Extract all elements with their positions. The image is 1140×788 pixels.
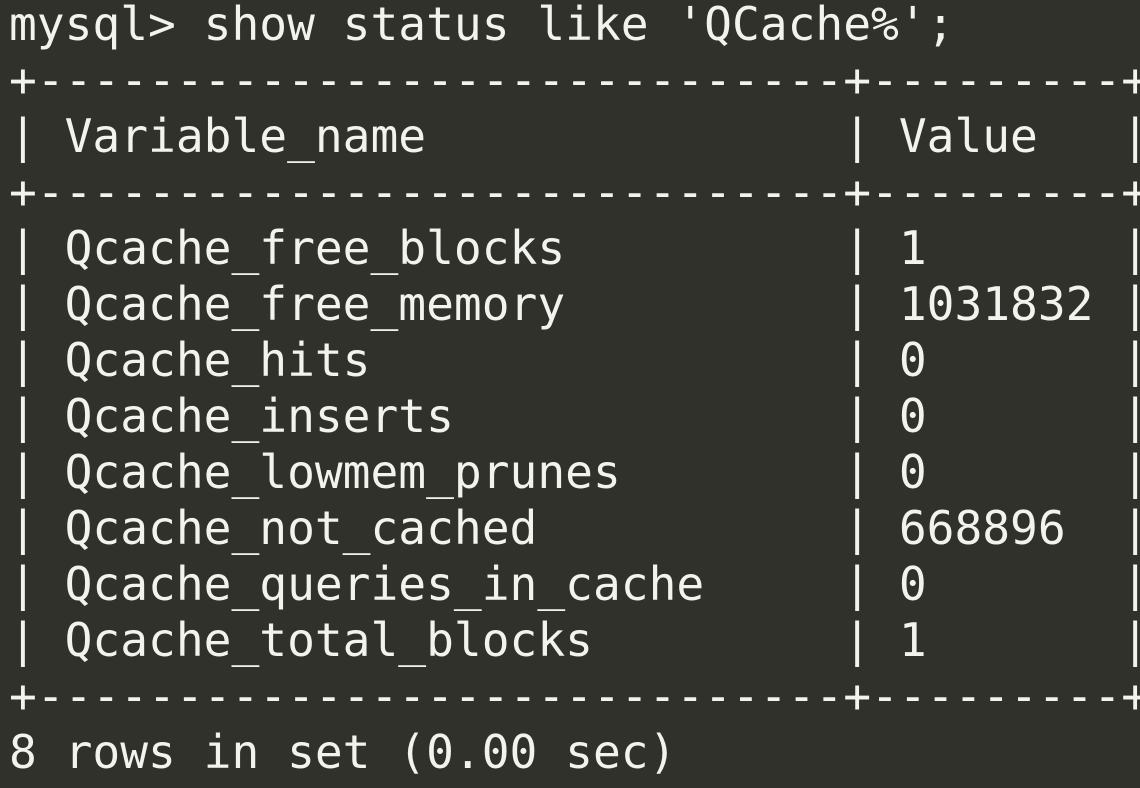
table-row: | Qcache_total_blocks | 1 |	[9, 613, 1140, 667]
command-line: mysql> show status like 'QCache%';	[9, 0, 955, 51]
table-row: | Qcache_not_cached | 668896 |	[9, 501, 1140, 555]
table-row: | Qcache_lowmem_prunes | 0 |	[9, 445, 1140, 499]
result-summary: 8 rows in set (0.00 sec)	[9, 725, 677, 779]
table-row: | Qcache_queries_in_cache | 0 |	[9, 557, 1140, 611]
table-row: | Qcache_free_blocks | 1 |	[9, 221, 1140, 275]
table-row: | Qcache_hits | 0 |	[9, 333, 1140, 387]
table-border-header: +-----------------------------+---------…	[9, 165, 1140, 219]
terminal-window[interactable]: mysql> show status like 'QCache%'; +----…	[0, 0, 1140, 784]
table-header-row: | Variable_name | Value |	[9, 109, 1140, 163]
table-row: | Qcache_inserts | 0 |	[9, 389, 1140, 443]
table-border-bottom: +-----------------------------+---------…	[9, 669, 1140, 723]
table-border-top: +-----------------------------+---------…	[9, 53, 1140, 107]
table-row: | Qcache_free_memory | 1031832 |	[9, 277, 1140, 331]
